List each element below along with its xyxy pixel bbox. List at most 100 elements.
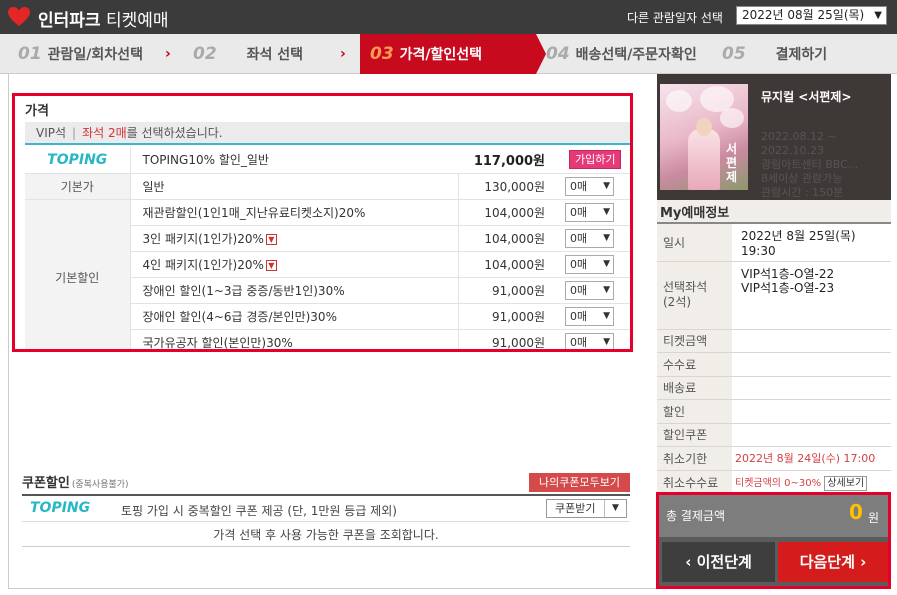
qty-cell: 0매 ▼ bbox=[555, 225, 630, 252]
seat-1: VIP석1층-O열-22 bbox=[741, 266, 835, 281]
price-selection-panel: 가격 VIP석 | 좌석 2매를 선택하셨습니다. TOPING TOPING10%… bbox=[12, 93, 633, 352]
heart-logo-icon bbox=[8, 7, 30, 26]
step-1-number: 01 bbox=[18, 44, 42, 64]
expand-info-icon[interactable]: ▼ bbox=[265, 259, 277, 271]
show-runtime: 관람시간 : 150분 bbox=[761, 186, 844, 199]
other-date-label: 다른 관람일자 선택 bbox=[627, 11, 723, 25]
expand-info-icon[interactable]: ▼ bbox=[265, 233, 277, 245]
chevron-down-icon: ▼ bbox=[603, 336, 610, 347]
discount-row: 기본할인 재관람할인(1인1매_지난유료티켓소지)20% 104,000원 0매… bbox=[25, 199, 630, 349]
quantity-value: 0매 bbox=[570, 283, 588, 297]
cancel-fee-value: 티켓금액의 0~30% bbox=[735, 477, 822, 489]
previous-step-button[interactable]: ‹ 이전단계 bbox=[662, 542, 775, 582]
step-3-label: 가격/할인선택 bbox=[399, 47, 483, 63]
coupon-subtitle: (중복사용불가) bbox=[71, 480, 129, 490]
step-3-active[interactable]: 03 가격/할인선택 bbox=[360, 34, 536, 74]
info-row-cancel-fee: 취소수수료 티켓금액의 0~30% 상세보기 bbox=[657, 469, 891, 494]
seat-value: VIP석1층-O열-22 VIP석1층-O열-23 bbox=[732, 260, 891, 329]
chevron-down-icon: ▼ bbox=[603, 232, 610, 243]
seat-2: VIP석1층-O열-23 bbox=[741, 280, 835, 295]
cancel-deadline-value: 2022년 8월 24일(수) 17:00 bbox=[732, 446, 891, 470]
discount-name: 장애인 할인(1~3급 중증/동반1인)30% bbox=[130, 277, 458, 304]
price-table: TOPING TOPING10% 할인_일반 117,000원 가입하기 기본가… bbox=[25, 147, 630, 349]
toping-join-button[interactable]: 가입하기 bbox=[569, 150, 622, 170]
discount-name: 국가유공자 할인(본인만)30% bbox=[130, 329, 458, 349]
quantity-select[interactable]: 0매 ▼ bbox=[565, 332, 614, 349]
datetime-date: 2022년 8월 25일(목) bbox=[741, 229, 856, 243]
info-row-seats: 선택좌석 (2석) VIP석1층-O열-22 VIP석1층-O열-23 bbox=[657, 260, 891, 329]
poster-face bbox=[696, 118, 712, 136]
toping-join-cell: 가입하기 bbox=[555, 147, 630, 174]
coupon-message: 가격 선택 후 사용 가능한 쿠폰을 조회합니다. bbox=[22, 523, 630, 547]
quantity-select[interactable]: 0매 ▼ bbox=[565, 202, 614, 222]
step-navigation: 01 관람일/회차선택 › 02 좌석 선택 › 03 가격/할인선택 04 배송선택/주문… bbox=[0, 34, 897, 74]
previous-step-label: 이전단계 bbox=[696, 553, 752, 571]
chevron-down-icon: ▼ bbox=[874, 10, 882, 21]
quantity-value: 0매 bbox=[570, 179, 588, 193]
coupon-section-title: 쿠폰할인 (중복사용불가) bbox=[22, 472, 129, 491]
chevron-down-icon: ▼ bbox=[603, 284, 610, 295]
view-my-coupons-button[interactable]: 나의쿠폰모두보기 bbox=[529, 473, 630, 492]
show-age-rating: 8세이상 관람가능 bbox=[761, 172, 843, 185]
chevron-down-icon: ▼ bbox=[603, 206, 610, 217]
show-period-start: 2022.08.12 ~ bbox=[761, 130, 837, 143]
step-5[interactable]: 05 결제하기 bbox=[722, 34, 882, 74]
info-row-delivery: 배송료 bbox=[657, 375, 891, 400]
poster-title-text: 서편제 bbox=[726, 142, 738, 184]
step-1[interactable]: 01 관람일/회차선택 › bbox=[18, 34, 183, 74]
chevron-right-icon: › bbox=[860, 553, 867, 571]
coupon-label: 할인쿠폰 bbox=[657, 422, 732, 447]
get-coupon-label: 쿠폰받기 bbox=[555, 502, 596, 515]
title-brand: 인터파크 bbox=[38, 11, 101, 31]
info-row-discount: 할인 bbox=[657, 399, 891, 423]
step-1-label: 관람일/회차선택 bbox=[47, 47, 143, 63]
chevron-right-icon: › bbox=[340, 46, 346, 62]
total-unit: 원 bbox=[868, 511, 880, 525]
show-title: 뮤지컬 <서편제> bbox=[761, 90, 852, 104]
show-info: 2022.08.12 ~ 2022.10.23 광림아트센터 BBC... 8세… bbox=[761, 130, 858, 200]
chevron-down-icon: ▼ bbox=[603, 310, 610, 321]
qty-cell: 0매 ▼ bbox=[555, 251, 630, 278]
next-step-button[interactable]: 다음단계 › bbox=[778, 542, 888, 582]
quantity-value: 0매 bbox=[570, 257, 588, 271]
discount-price: 91,000원 bbox=[457, 329, 555, 349]
discount-name: 장애인 할인(4~6급 경증/본인만)30% bbox=[130, 303, 458, 330]
qty-cell: 0매 ▼ bbox=[555, 329, 630, 349]
top-bar: 인터파크 티켓예매 다른 관람일자 선택 2022년 08월 25일(목) ▼ bbox=[0, 0, 897, 34]
discount-label: 할인 bbox=[657, 399, 732, 423]
quantity-select[interactable]: 0매 ▼ bbox=[565, 280, 614, 300]
quantity-value: 0매 bbox=[570, 309, 588, 323]
step-3-number: 03 bbox=[370, 44, 394, 64]
my-booking-table: 일시 2022년 8월 25일(목) 19:30 선택좌석 (2석) VIP석1층-… bbox=[657, 222, 891, 494]
poster-figure bbox=[688, 129, 720, 190]
quantity-select[interactable]: 0매 ▼ bbox=[565, 306, 614, 326]
qty-cell: 0매 ▼ bbox=[555, 173, 630, 200]
seat-label-line2: (2석) bbox=[663, 295, 692, 309]
quantity-select[interactable]: 0매 ▼ bbox=[565, 228, 614, 248]
quantity-value: 0매 bbox=[570, 335, 588, 349]
cancel-fee-detail-button[interactable]: 상세보기 bbox=[824, 475, 868, 491]
selected-seat-message: 를 선택하셨습니다. bbox=[126, 126, 223, 140]
show-poster: 서편제 bbox=[660, 84, 748, 190]
cancel-deadline-label: 취소기한 bbox=[657, 446, 732, 470]
step-5-label: 결제하기 bbox=[775, 47, 828, 63]
step-2[interactable]: 02 좌석 선택 › bbox=[193, 34, 359, 74]
qty-cell: 0매 ▼ bbox=[555, 199, 630, 226]
coupon-row: TOPING 토핑 가입 시 중복할인 쿠폰 제공 (단, 1만원 등급 제외)… bbox=[22, 496, 630, 522]
title-service: 티켓예매 bbox=[100, 11, 169, 31]
toping-logo: TOPING bbox=[47, 151, 108, 168]
fee-label: 수수료 bbox=[657, 352, 732, 376]
total-label: 총 결제금액 bbox=[666, 509, 726, 523]
base-price-category: 기본가 bbox=[25, 173, 131, 200]
coupon-value bbox=[732, 422, 891, 447]
show-period-end: 2022.10.23 bbox=[761, 144, 824, 157]
step-4[interactable]: 04 배송선택/주문자확인 bbox=[546, 34, 716, 74]
date-select[interactable]: 2022년 08월 25일(목) ▼ bbox=[736, 6, 887, 25]
seat-grade: VIP석 bbox=[36, 126, 67, 140]
quantity-select[interactable]: 0매 ▼ bbox=[565, 254, 614, 274]
discount-name: 3인 패키지(1인가)20% bbox=[142, 231, 264, 246]
step-4-label: 배송선택/주문자확인 bbox=[575, 47, 697, 63]
quantity-select[interactable]: 0매 ▼ bbox=[565, 176, 614, 196]
toping-price-value: 117,000원 bbox=[458, 147, 555, 174]
get-coupon-button[interactable]: 쿠폰받기 ▼ bbox=[546, 499, 627, 518]
